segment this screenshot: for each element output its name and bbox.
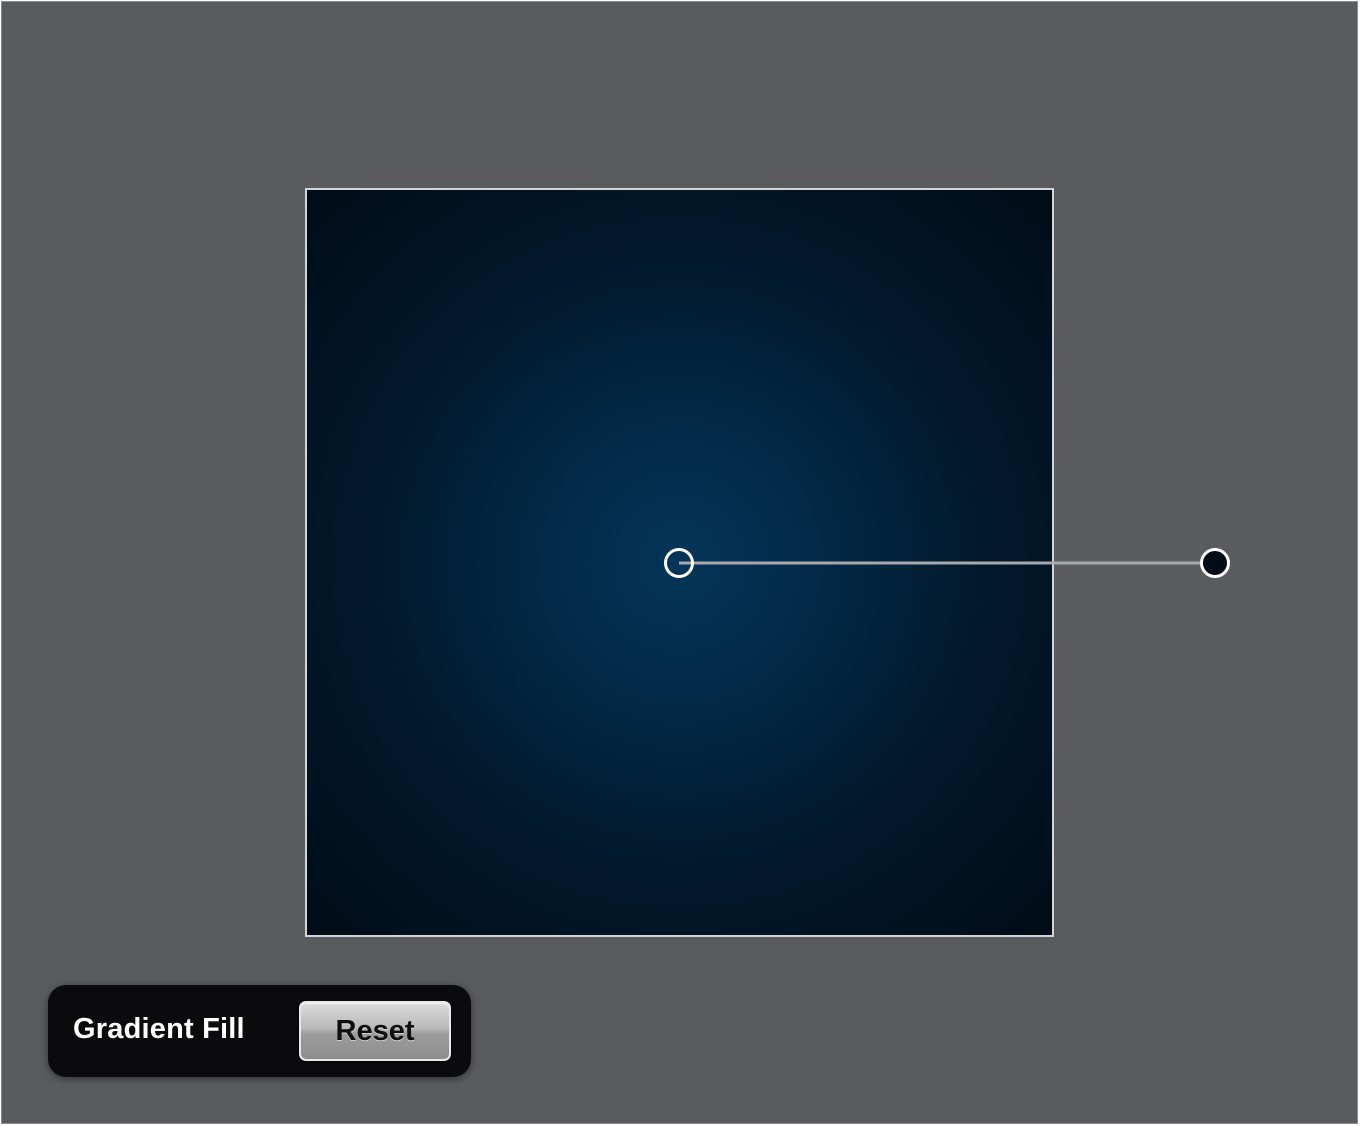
gradient-start-handle-icon[interactable] [664, 548, 694, 578]
reset-button[interactable]: Reset [299, 1001, 451, 1061]
gradient-fill-hud: Gradient Fill Reset [48, 985, 471, 1077]
gradient-end-handle-icon[interactable] [1200, 548, 1230, 578]
hud-title: Gradient Fill [73, 1013, 245, 1045]
